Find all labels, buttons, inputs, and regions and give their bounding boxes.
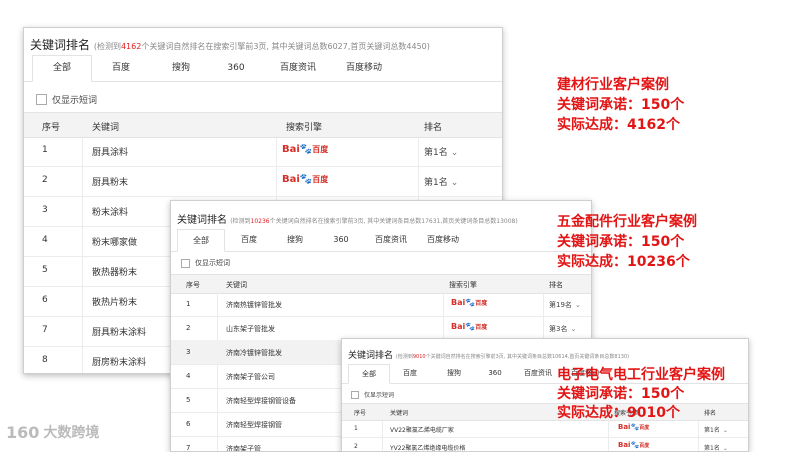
watermark: 160 大数跨境	[6, 422, 99, 442]
keyword-cell: 济南轻型焊接钢管	[226, 421, 282, 429]
table-row: 1 济南热镀锌管批发 Bai 🐾 百度 第19名 ⌄	[171, 292, 591, 317]
rank-dropdown[interactable]: 第1名 ⌄	[704, 443, 728, 452]
table-header: 序号 关键词 搜索引擎 排名	[171, 274, 591, 294]
keyword-cell: 散热器粉末	[92, 268, 138, 278]
tab-baidu-news[interactable]: 百度资讯	[367, 229, 415, 251]
baidu-logo-icon: Bai 🐾 百度	[618, 441, 650, 449]
tab-sogou[interactable]: 搜狗	[156, 55, 206, 81]
keyword-cell: VV22聚氯乙烯电缆厂家	[390, 427, 454, 434]
keyword-cell: 济南架子管	[226, 445, 261, 452]
rank-dropdown[interactable]: 第19名 ⌄	[549, 300, 581, 310]
tab-sogou[interactable]: 搜狗	[436, 364, 472, 383]
tab-all[interactable]: 全部	[348, 364, 390, 384]
case-achieved: 实际达成：9010个	[557, 405, 680, 421]
tab-baidu[interactable]: 百度	[96, 55, 146, 81]
case-promise: 关键词承诺：150个	[557, 234, 685, 250]
tab-baidu[interactable]: 百度	[392, 364, 428, 383]
chevron-down-icon: ⌄	[450, 148, 459, 158]
table-body: 1 VV22聚氯乙烯电缆厂家 Bai 🐾 百度 第1名 ⌄ 2 YV22聚氯乙烯绝缘电…	[342, 419, 748, 451]
keyword-cell: 粉末哪家做	[92, 238, 138, 248]
detected-count: 10236	[250, 218, 270, 225]
chevron-down-icon: ⌄	[570, 325, 577, 333]
tab-360[interactable]: 360	[323, 229, 359, 251]
col-header-rank: 排名	[549, 281, 563, 289]
short-words-checkbox[interactable]: 仅显示短词	[181, 258, 230, 268]
col-header-keyword: 关键词	[226, 281, 247, 289]
col-header-engine: 搜索引擎	[449, 281, 477, 289]
baidu-logo-icon: Bai 🐾 百度	[618, 423, 650, 431]
baidu-logo-icon: Bai 🐾 百度	[282, 174, 329, 185]
chevron-down-icon: ⌄	[574, 301, 581, 309]
col-header-no: 序号	[42, 123, 61, 133]
checkbox-box[interactable]	[36, 94, 47, 105]
case-achieved: 实际达成：4162个	[557, 117, 680, 133]
case-promise: 关键词承诺：150个	[557, 97, 685, 113]
keyword-cell: 厨具涂料	[92, 148, 129, 158]
panel-title: 关键词排名 (检测到4162个关键词自然排名在搜索引擎前3页, 其中关键词总数6…	[30, 38, 430, 52]
rank-dropdown[interactable]: 第1名 ⌄	[424, 175, 458, 188]
keyword-cell: 济南冷镀锌管批发	[226, 349, 282, 357]
watermark-text: 大数跨境	[43, 425, 100, 441]
keyword-cell: 粉末涂料	[92, 208, 129, 218]
detected-count: 4162	[120, 42, 142, 51]
panel-title: 关键词排名 (检测到9010个关键词自然排名在搜索引擎前3页, 其中关键词条目总…	[348, 351, 630, 361]
baidu-logo-icon: Bai 🐾 百度	[282, 144, 329, 155]
short-words-checkbox[interactable]: 仅显示短词	[36, 93, 97, 106]
detected-count: 9010	[412, 354, 426, 360]
checkbox-box[interactable]	[351, 390, 359, 399]
case-title: 建材行业客户案例	[557, 77, 669, 93]
tab-360[interactable]: 360	[216, 55, 256, 81]
keyword-cell: 济南热镀锌管批发	[226, 301, 282, 309]
checkbox-box[interactable]	[181, 258, 190, 268]
engine-tabs: 全部 百度 搜狗 360 百度资讯 百度移动	[171, 229, 591, 252]
rank-dropdown[interactable]: 第1名 ⌄	[704, 425, 728, 434]
case-achieved: 实际达成：10236个	[557, 254, 690, 270]
col-header-rank: 排名	[424, 123, 443, 133]
keyword-cell: 山东架子管批发	[226, 325, 275, 333]
tab-baidu-mobile[interactable]: 百度移动	[334, 55, 394, 81]
tab-360[interactable]: 360	[480, 364, 510, 383]
case-note-electrical: 电子电气电工行业客户案例 关键词承诺：150个 实际达成：9010个	[557, 366, 725, 423]
tab-baidu[interactable]: 百度	[229, 229, 269, 251]
table-row: 1 厨具涂料 Bai 🐾 百度 第1名 ⌄	[24, 136, 502, 167]
case-title: 五金配件行业客户案例	[557, 214, 697, 230]
tab-baidu-mobile[interactable]: 百度移动	[417, 229, 469, 251]
rank-dropdown[interactable]: 第1名 ⌄	[424, 145, 458, 158]
rank-dropdown[interactable]: 第3名 ⌄	[549, 324, 576, 334]
tab-baidu-news[interactable]: 百度资讯	[516, 364, 560, 383]
col-header-no: 序号	[354, 410, 367, 417]
table-row: 2 厨具粉末 Bai 🐾 百度 第1名 ⌄	[24, 166, 502, 197]
case-promise: 关键词承诺：150个	[557, 386, 685, 402]
col-header-keyword: 关键词	[92, 123, 120, 133]
engine-tabs: 全部 百度 搜狗 360 百度资讯 百度移动	[24, 55, 502, 82]
short-words-checkbox[interactable]: 仅显示短词	[351, 390, 394, 399]
table-header: 序号 关键词 搜索引擎 排名	[24, 112, 502, 138]
brand-logo-icon: 160	[6, 422, 40, 442]
col-header-keyword: 关键词	[390, 410, 409, 417]
case-note-hardware: 五金配件行业客户案例 关键词承诺：150个 实际达成：10236个	[557, 212, 697, 272]
keyword-cell: 济南轻型焊接钢管设备	[226, 397, 296, 405]
panel-title: 关键词排名 (检测到10236个关键词自然排名在搜索引擎前3页, 其中关键词条目…	[177, 215, 518, 226]
keyword-cell: 散热片粉末	[92, 298, 138, 308]
tab-sogou[interactable]: 搜狗	[275, 229, 315, 251]
baidu-logo-icon: Bai 🐾 百度	[451, 322, 488, 331]
baidu-logo-icon: Bai 🐾 百度	[451, 298, 488, 307]
keyword-cell: 济南架子管公司	[226, 373, 275, 381]
tab-all[interactable]: 全部	[177, 229, 225, 252]
keyword-cell: YV22聚氯乙烯绝缘电缆价格	[390, 445, 466, 452]
chevron-down-icon: ⌄	[722, 445, 728, 452]
tab-all[interactable]: 全部	[32, 55, 92, 82]
chevron-down-icon: ⌄	[722, 427, 728, 434]
keyword-cell: 厨具粉末	[92, 178, 129, 188]
case-note-building: 建材行业客户案例 关键词承诺：150个 实际达成：4162个	[557, 75, 684, 135]
col-header-engine: 搜索引擎	[286, 123, 323, 133]
case-title: 电子电气电工行业客户案例	[557, 367, 725, 383]
col-header-no: 序号	[186, 281, 200, 289]
tab-baidu-news[interactable]: 百度资讯	[268, 55, 328, 81]
keyword-cell: 厨具粉末涂料	[92, 328, 147, 338]
keyword-cell: 厨房粉末涂料	[92, 358, 147, 368]
chevron-down-icon: ⌄	[450, 178, 459, 188]
